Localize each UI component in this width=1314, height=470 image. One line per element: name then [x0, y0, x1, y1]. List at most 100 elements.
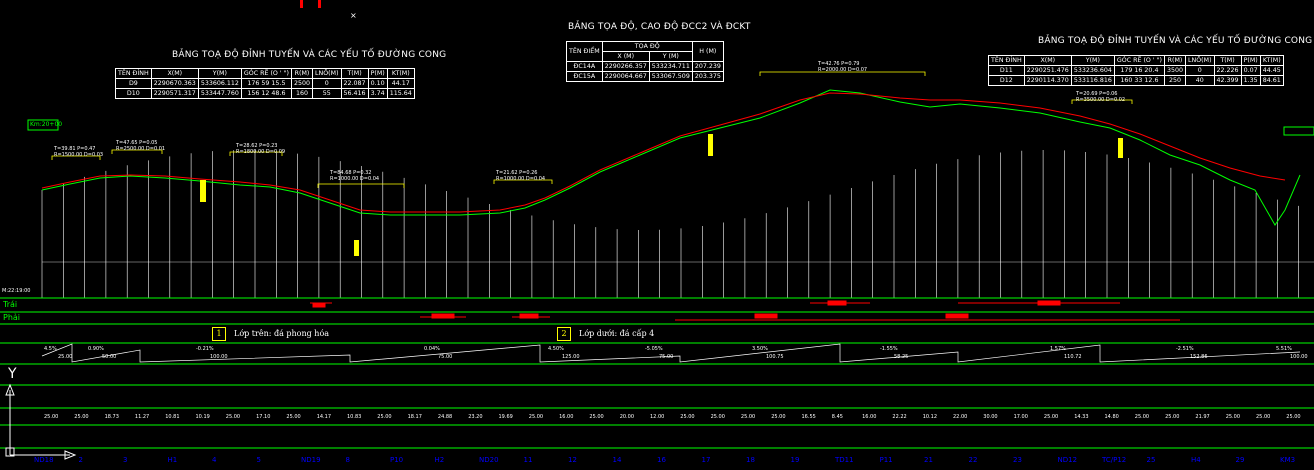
distance-value: 25.00	[286, 414, 301, 420]
th-p: P(M)	[1240, 55, 1261, 66]
distance-value: 25.00	[1043, 414, 1059, 420]
station-name: 4	[212, 456, 217, 464]
grade-length: 152.86	[1190, 354, 1208, 360]
grade-label: -5.05%	[645, 346, 663, 352]
cell: ĐC14A	[566, 61, 603, 72]
distance-value: 25.00	[589, 414, 604, 420]
station-name: 5	[256, 456, 261, 464]
station-name: 29	[1235, 456, 1245, 464]
th-kt: KT(M)	[1259, 55, 1284, 66]
th-p: P(M)	[367, 68, 388, 79]
distance-value: 25.00	[528, 414, 544, 420]
cell: 160	[290, 88, 314, 99]
center-point-table: TÊN ĐIỂM TỌA ĐỘ H (M) X (M) Y (M) ĐC14A …	[566, 41, 724, 82]
svg-text:Y: Y	[7, 366, 17, 382]
grade-label: -0.21%	[196, 346, 214, 352]
distance-value: 14.33	[1074, 414, 1089, 420]
cell: 44.17	[386, 78, 415, 89]
distance-value: 22.22	[892, 414, 907, 420]
grade-label: 5.51%	[1276, 346, 1292, 352]
distance-value: 14.17	[316, 414, 332, 420]
station-name: TD11	[835, 456, 854, 464]
distance-value: 16.55	[801, 414, 816, 420]
curve-label: T=28.62 P=0.23 R=1800.00 D=0.09	[236, 143, 286, 155]
th-goc-re: GÓC RẼ (O ' ")	[240, 68, 292, 79]
cell: 0.07	[1240, 65, 1261, 76]
cell: 533447.760	[197, 88, 242, 99]
station-name: 8	[345, 456, 350, 464]
distance-value: 25.00	[771, 414, 786, 420]
ground-line	[41, 89, 1301, 226]
distance-value: 20.00	[619, 414, 635, 420]
distance-value: 24.88	[437, 414, 453, 420]
station-name: ND18	[34, 456, 54, 464]
distance-value: 25.00	[680, 414, 695, 420]
cell: 1.35	[1240, 75, 1261, 86]
th-lno: LNỐ(M)	[312, 68, 342, 79]
grade-label: -2.51%	[1176, 346, 1194, 352]
km-label: Km:20+00	[30, 121, 63, 128]
distance-value: 10.12	[922, 414, 938, 420]
right-bank-label: Phải	[3, 313, 21, 322]
center-table-title: BẢNG TỌA ĐỘ, CAO ĐỘ ĐCC2 VÀ ĐCKT	[568, 22, 751, 32]
station-name: P11	[879, 456, 893, 464]
cell: 0.10	[367, 78, 388, 89]
th-lno: LNỐ(M)	[1185, 55, 1215, 66]
distance-value: 25.00	[1256, 414, 1271, 420]
left-bank-label: Trái	[3, 300, 18, 309]
station-name: 19	[790, 456, 800, 464]
grade-label: 1.57%	[1050, 346, 1066, 352]
station-name: H1	[167, 456, 178, 464]
station-name: 16	[657, 456, 666, 464]
table-row: D12 2290114.370 533116.816 160 33 12.6 2…	[988, 75, 1284, 86]
table-row: D11 2290251.476 533236.604 179 16 20.4 3…	[988, 65, 1284, 76]
cell: 156 12 48.6	[240, 88, 292, 99]
distance-value: 25.00	[44, 414, 59, 420]
station-name: 12	[568, 456, 577, 464]
cell: ĐC15A	[566, 71, 603, 82]
cell: 533606.112	[197, 78, 242, 89]
cell: D9	[115, 78, 152, 89]
cell: 115.64	[386, 88, 415, 99]
cell: 2290670.363	[150, 78, 199, 89]
cell: 3500	[1163, 65, 1187, 76]
distance-value: 25.00	[74, 414, 89, 420]
distance-value: 17.10	[256, 414, 271, 420]
layer-note-2: 2 Lớp dưới: đá cấp 4	[557, 327, 654, 341]
cell: 2290114.370	[1023, 75, 1072, 86]
distance-value: 30.00	[983, 414, 998, 420]
distance-value: 25.00	[377, 414, 392, 420]
th-kt: KT(M)	[386, 68, 415, 79]
station-name: TC/P12	[1102, 456, 1127, 464]
grade-label: -1.55%	[880, 346, 898, 352]
grade-label: 0.90%	[88, 346, 104, 352]
distance-value: 21.97	[1195, 414, 1210, 420]
cell: 179 16 20.4	[1113, 65, 1165, 76]
distance-value: 17.00	[1013, 414, 1028, 420]
station-name: H4	[1191, 456, 1201, 464]
curve-label: T=47.65 P=0.05 R=2500.00 D=0.01	[116, 140, 166, 152]
curve-label: T=84.68 P=0.32 R=1000.00 D=0.04	[330, 170, 380, 182]
grade-label: 4.50%	[548, 346, 564, 352]
distance-value: 25.00	[1286, 414, 1301, 420]
distance-value: 10.19	[195, 414, 210, 420]
cell: 207.239	[691, 61, 724, 72]
distance-value: 16.00	[559, 414, 574, 420]
cell: 176 59 15.5	[240, 78, 292, 89]
cell: 2290571.317	[150, 88, 199, 99]
th-x: X(M)	[1023, 55, 1072, 66]
station-name: P10	[390, 456, 404, 464]
distance-value: 10.81	[165, 414, 180, 420]
distance-value: 25.00	[1134, 414, 1150, 420]
station-name: 18	[746, 456, 755, 464]
layer-note-1: 1 Lớp trên: đá phong hóa	[212, 327, 329, 341]
grade-label: 0.04%	[424, 346, 440, 352]
grade-length: 100.00	[210, 354, 228, 360]
distance-value: 25.00	[740, 414, 756, 420]
station-lines	[41, 150, 1299, 298]
cell: 55	[312, 88, 342, 99]
distance-value: 14.80	[1104, 414, 1119, 420]
cell: 22.087	[340, 78, 369, 89]
distance-value: 23.20	[468, 414, 483, 420]
svg-text:×: ×	[350, 11, 357, 20]
